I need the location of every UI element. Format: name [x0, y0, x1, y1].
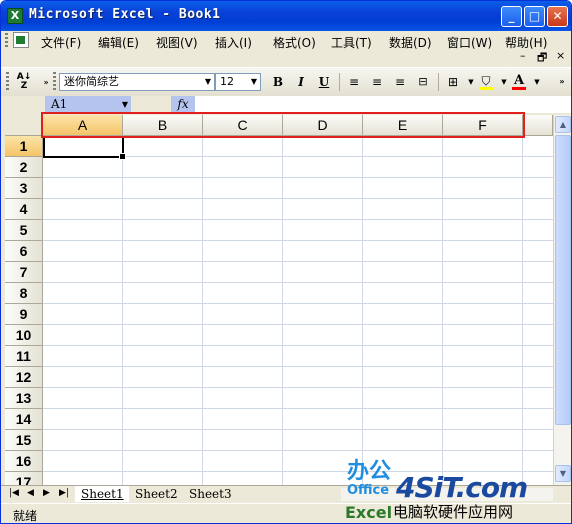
menu-tools[interactable]: 工具(T) [331, 34, 372, 51]
borders-icon[interactable]: ⊞ [444, 73, 462, 91]
toolbar-options-icon[interactable]: » [553, 73, 571, 91]
minimize-button[interactable]: _ [501, 6, 522, 27]
align-center-icon[interactable]: ≡ [368, 73, 386, 91]
toolbar-separator [438, 73, 439, 91]
scroll-up-icon[interactable]: ▲ [555, 116, 571, 133]
row-header[interactable]: 2 [5, 157, 43, 178]
italic-button[interactable]: I [292, 73, 310, 91]
row-header[interactable]: 11 [5, 346, 43, 367]
row-header[interactable]: 4 [5, 199, 43, 220]
watermark-office-brand: 办公 [347, 459, 392, 484]
sort-ascending-icon[interactable]: A↓ Z [15, 73, 33, 91]
menu-window[interactable]: 窗口(W) [447, 34, 492, 51]
excel-window: X Microsoft Excel - Book1 _ □ ✕ 文件(F) 编辑… [0, 0, 572, 524]
select-all-button[interactable] [5, 115, 43, 136]
window-title: Microsoft Excel - Book1 [29, 7, 221, 22]
doc-close-button[interactable]: × [556, 49, 565, 62]
insert-function-button[interactable]: fx [171, 96, 195, 113]
row-header[interactable]: 6 [5, 241, 43, 262]
doc-minimize-button[interactable]: – [520, 49, 526, 62]
menu-edit[interactable]: 编辑(E) [98, 34, 139, 51]
vertical-scrollbar[interactable]: ▲ ▼ [553, 115, 571, 485]
row-header[interactable]: 14 [5, 409, 43, 430]
row-header[interactable]: 10 [5, 325, 43, 346]
sheet-tab-2[interactable]: Sheet2 [129, 486, 184, 502]
scroll-down-icon[interactable]: ▼ [555, 465, 571, 482]
menu-file[interactable]: 文件(F) [41, 34, 81, 51]
menu-data[interactable]: 数据(D) [389, 34, 432, 51]
row-header[interactable]: 17 [5, 472, 43, 485]
sheet-tab-1[interactable]: Sheet1 [75, 486, 130, 502]
worksheet: A B C D E F 1 2 3 4 5 6 7 8 9 10 11 12 1… [5, 115, 553, 485]
column-header-g[interactable] [523, 115, 553, 136]
watermark-office-sub: Office [347, 483, 390, 498]
scroll-thumb[interactable] [555, 135, 571, 425]
font-name-combo[interactable]: 迷你简综艺 ▼ [59, 73, 215, 91]
chevron-down-icon[interactable]: ▼ [122, 96, 128, 113]
font-color-icon[interactable]: A [510, 73, 528, 91]
watermark-4sit-logo: 4SiT.com [396, 471, 528, 504]
excel-app-icon[interactable]: X [7, 8, 23, 24]
menu-bar: 文件(F) 编辑(E) 视图(V) 插入(I) 格式(O) 工具(T) 数据(D… [1, 31, 571, 51]
font-color-label: A [513, 73, 525, 88]
merge-center-icon[interactable]: ⊟ [414, 73, 432, 91]
menu-format[interactable]: 格式(O) [273, 34, 316, 51]
cell-grid[interactable] [43, 136, 553, 485]
document-icon[interactable] [13, 32, 29, 48]
next-sheet-icon[interactable]: ▶ [43, 488, 50, 498]
name-box-value: A1 [51, 97, 68, 111]
sheet-tab-3[interactable]: Sheet3 [183, 486, 238, 502]
align-left-icon[interactable]: ≡ [345, 73, 363, 91]
active-cell-a1[interactable] [43, 136, 126, 160]
maximize-button[interactable]: □ [524, 6, 545, 27]
name-box[interactable]: A1 ▼ [45, 96, 131, 113]
font-name-value: 迷你简综艺 [64, 75, 119, 88]
font-size-combo[interactable]: 12 ▼ [215, 73, 261, 91]
menu-insert[interactable]: 插入(I) [215, 34, 252, 51]
font-size-value: 12 [220, 75, 234, 88]
row-header[interactable]: 7 [5, 262, 43, 283]
formatting-toolbar: A↓ Z » 迷你简综艺 ▼ 12 ▼ B I U ≡ ≡ ≡ ⊟ ⊞ ▼ ⛉ ▼… [1, 67, 571, 97]
underline-button[interactable]: U [315, 73, 333, 91]
toolbar-separator [339, 73, 340, 91]
toolbar-grip[interactable] [6, 72, 9, 92]
doc-restore-button[interactable]: 🗗 [537, 49, 547, 68]
row-header[interactable]: 5 [5, 220, 43, 241]
chevron-down-icon[interactable]: ▼ [202, 74, 214, 90]
align-right-icon[interactable]: ≡ [391, 73, 409, 91]
row-header[interactable]: 15 [5, 430, 43, 451]
last-sheet-icon[interactable]: ▶| [59, 488, 69, 498]
first-sheet-icon[interactable]: |◀ [9, 488, 19, 498]
prev-sheet-icon[interactable]: ◀ [27, 488, 34, 498]
row-header[interactable]: 8 [5, 283, 43, 304]
close-button[interactable]: ✕ [547, 6, 568, 27]
title-bar[interactable]: X Microsoft Excel - Book1 _ □ ✕ [1, 1, 571, 31]
menu-view[interactable]: 视图(V) [156, 34, 198, 51]
formula-input[interactable] [195, 96, 571, 113]
row-header[interactable]: 1 [5, 136, 43, 157]
chevron-down-icon[interactable]: ▼ [248, 74, 260, 90]
row-header[interactable]: 12 [5, 367, 43, 388]
bold-button[interactable]: B [269, 73, 287, 91]
row-header[interactable]: 3 [5, 178, 43, 199]
menu-grip[interactable] [5, 33, 8, 49]
watermark-4sit-sub: 电脑软硬件应用网 [393, 503, 514, 521]
fill-color-icon[interactable]: ⛉ [477, 73, 495, 91]
row-header[interactable]: 9 [5, 304, 43, 325]
toolbar-grip-2[interactable] [53, 72, 56, 92]
status-text: 就绪 [13, 509, 38, 523]
watermark-excel: Excel [345, 503, 393, 522]
row-header[interactable]: 13 [5, 388, 43, 409]
row-header[interactable]: 16 [5, 451, 43, 472]
column-header-highlight [41, 112, 525, 138]
chevron-down-icon[interactable]: ▼ [528, 73, 546, 91]
